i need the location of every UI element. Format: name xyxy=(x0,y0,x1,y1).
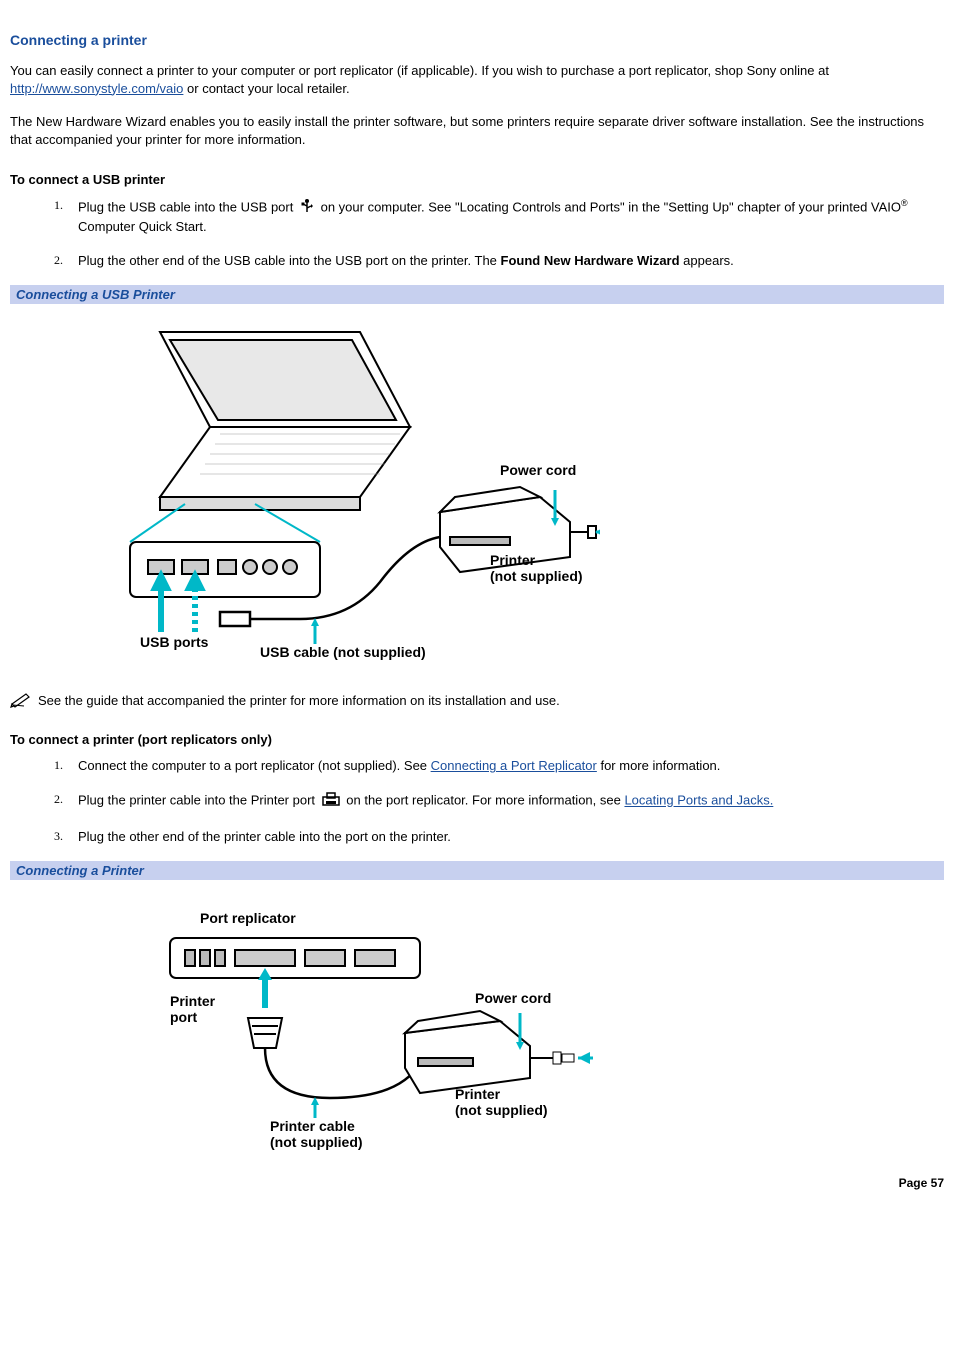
usb-step-1: 1. Plug the USB cable into the USB port … xyxy=(54,197,944,236)
label-printer-cable: Printer cable xyxy=(270,1118,355,1134)
label-printer-port-2: port xyxy=(170,1009,197,1025)
label-port-replicator: Port replicator xyxy=(200,910,296,926)
intro-text-b: or contact your local retailer. xyxy=(183,81,349,96)
label-not-supplied: (not supplied) xyxy=(490,568,583,584)
step-text: on the port replicator. For more informa… xyxy=(346,793,624,808)
label-printer-port: Printer xyxy=(170,993,215,1009)
subhead-port: To connect a printer (port replicators o… xyxy=(10,732,944,747)
note-icon xyxy=(10,690,32,708)
label-printer: Printer xyxy=(490,552,535,568)
step-text: appears. xyxy=(680,253,734,268)
usb-icon xyxy=(299,198,315,219)
step-text: on your computer. See "Locating Controls… xyxy=(321,200,901,215)
label-cable-not-supplied: (not supplied) xyxy=(270,1134,363,1150)
note-row: See the guide that accompanied the print… xyxy=(10,690,944,708)
label-usb-ports: USB ports xyxy=(140,634,208,650)
figure-usb-printer: Power cord Printer (not supplied) USB po… xyxy=(100,322,600,662)
step-number: 3. xyxy=(54,828,63,844)
step-text: Computer Quick Start. xyxy=(78,219,207,234)
wizard-name: Found New Hardware Wizard xyxy=(501,253,680,268)
page-number: Page 57 xyxy=(10,1176,944,1190)
port-step-3: 3. Plug the other end of the printer cab… xyxy=(54,828,944,846)
subhead-usb: To connect a USB printer xyxy=(10,172,944,187)
note-text: See the guide that accompanied the print… xyxy=(38,693,560,708)
label-not-supplied-2: (not supplied) xyxy=(455,1102,548,1118)
intro-text-a: You can easily connect a printer to your… xyxy=(10,63,829,78)
usb-step-2: 2. Plug the other end of the USB cable i… xyxy=(54,252,944,270)
label-printer-2: Printer xyxy=(455,1086,500,1102)
printer-port-icon xyxy=(321,791,341,812)
figure-port-replicator: Port replicator Printer port Power cord … xyxy=(100,898,600,1148)
registered-mark: ® xyxy=(901,198,908,208)
step-text: Plug the printer cable into the Printer … xyxy=(78,793,319,808)
port-replicator-link[interactable]: Connecting a Port Replicator xyxy=(431,758,597,773)
step-text: Connect the computer to a port replicato… xyxy=(78,758,431,773)
locating-ports-link[interactable]: Locating Ports and Jacks. xyxy=(624,793,773,808)
figure-caption-printer: Connecting a Printer xyxy=(10,861,944,880)
intro-paragraph-1: You can easily connect a printer to your… xyxy=(10,62,944,97)
port-step-1: 1. Connect the computer to a port replic… xyxy=(54,757,944,775)
usb-steps-list: 1. Plug the USB cable into the USB port … xyxy=(10,197,944,269)
step-number: 1. xyxy=(54,197,63,213)
step-number: 2. xyxy=(54,791,63,807)
port-steps-list: 1. Connect the computer to a port replic… xyxy=(10,757,944,845)
label-power-cord-2: Power cord xyxy=(475,990,551,1006)
figure-caption-usb: Connecting a USB Printer xyxy=(10,285,944,304)
label-power-cord: Power cord xyxy=(500,462,576,478)
step-text: Plug the other end of the printer cable … xyxy=(78,829,451,844)
page-title: Connecting a printer xyxy=(10,32,944,48)
step-number: 2. xyxy=(54,252,63,268)
intro-paragraph-2: The New Hardware Wizard enables you to e… xyxy=(10,113,944,148)
port-step-2: 2. Plug the printer cable into the Print… xyxy=(54,791,944,812)
label-usb-cable: USB cable (not supplied) xyxy=(260,644,426,660)
step-text: Plug the other end of the USB cable into… xyxy=(78,253,501,268)
step-text: Plug the USB cable into the USB port xyxy=(78,200,297,215)
step-text: for more information. xyxy=(597,758,721,773)
sonystyle-link[interactable]: http://www.sonystyle.com/vaio xyxy=(10,81,183,96)
step-number: 1. xyxy=(54,757,63,773)
